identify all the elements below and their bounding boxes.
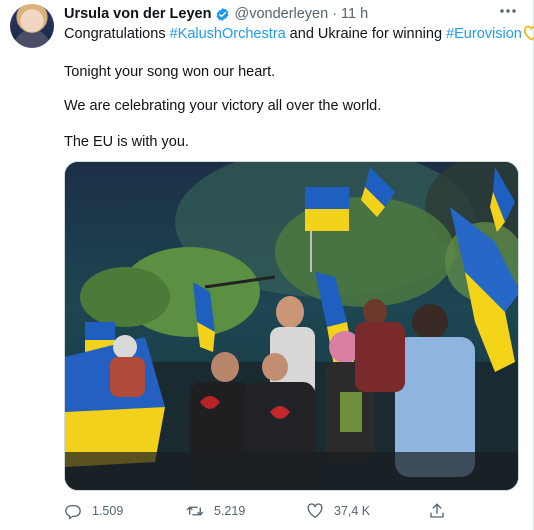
tweet: Ursula von der Leyen @vonderleyen · 11 h… (0, 0, 534, 530)
avatar[interactable] (10, 4, 54, 48)
yellow-heart-icon (523, 25, 534, 41)
like-icon (307, 503, 323, 519)
tweet-time[interactable]: 11 h (341, 6, 368, 22)
reply-button[interactable]: 1.509 (64, 500, 123, 522)
tweet-header: Ursula von der Leyen @vonderleyen · 11 h (64, 5, 368, 23)
like-button[interactable]: 37,4 K (306, 500, 370, 522)
reply-count: 1.509 (92, 504, 124, 518)
tweet-text-line-2: Tonight your song won our heart. (64, 64, 276, 80)
like-count: 37,4 K (334, 504, 371, 518)
tweet-text-line-3: We are celebrating your victory all over… (64, 98, 382, 114)
author-handle[interactable]: @vonderleyen (234, 6, 328, 22)
verified-badge-icon (217, 7, 229, 21)
crowd-with-ukrainian-flags-image (65, 162, 518, 490)
share-button[interactable] (428, 500, 456, 522)
tweet-text-line-4: The EU is with you. (64, 134, 189, 150)
retweet-icon (186, 506, 204, 516)
tweet-actions: 1.509 5.219 37,4 K (64, 500, 474, 522)
author-name[interactable]: Ursula von der Leyen (64, 6, 211, 22)
separator-dot: · (332, 6, 338, 22)
tweet-photo[interactable] (64, 161, 519, 491)
text-congratulations: Congratulations (64, 26, 170, 42)
reply-icon (65, 505, 81, 520)
tweet-text-line-1: Congratulations #KalushOrchestra and Ukr… (64, 25, 534, 43)
more-icon[interactable] (497, 4, 519, 20)
hashtag-kalushorchestra[interactable]: #KalushOrchestra (170, 26, 286, 42)
hashtag-eurovision[interactable]: #Eurovision (446, 26, 522, 42)
retweet-count: 5.219 (214, 504, 246, 518)
share-icon (430, 503, 444, 518)
retweet-button[interactable]: 5.219 (186, 500, 245, 522)
text-and-ukraine: and Ukraine for winning (285, 26, 447, 42)
